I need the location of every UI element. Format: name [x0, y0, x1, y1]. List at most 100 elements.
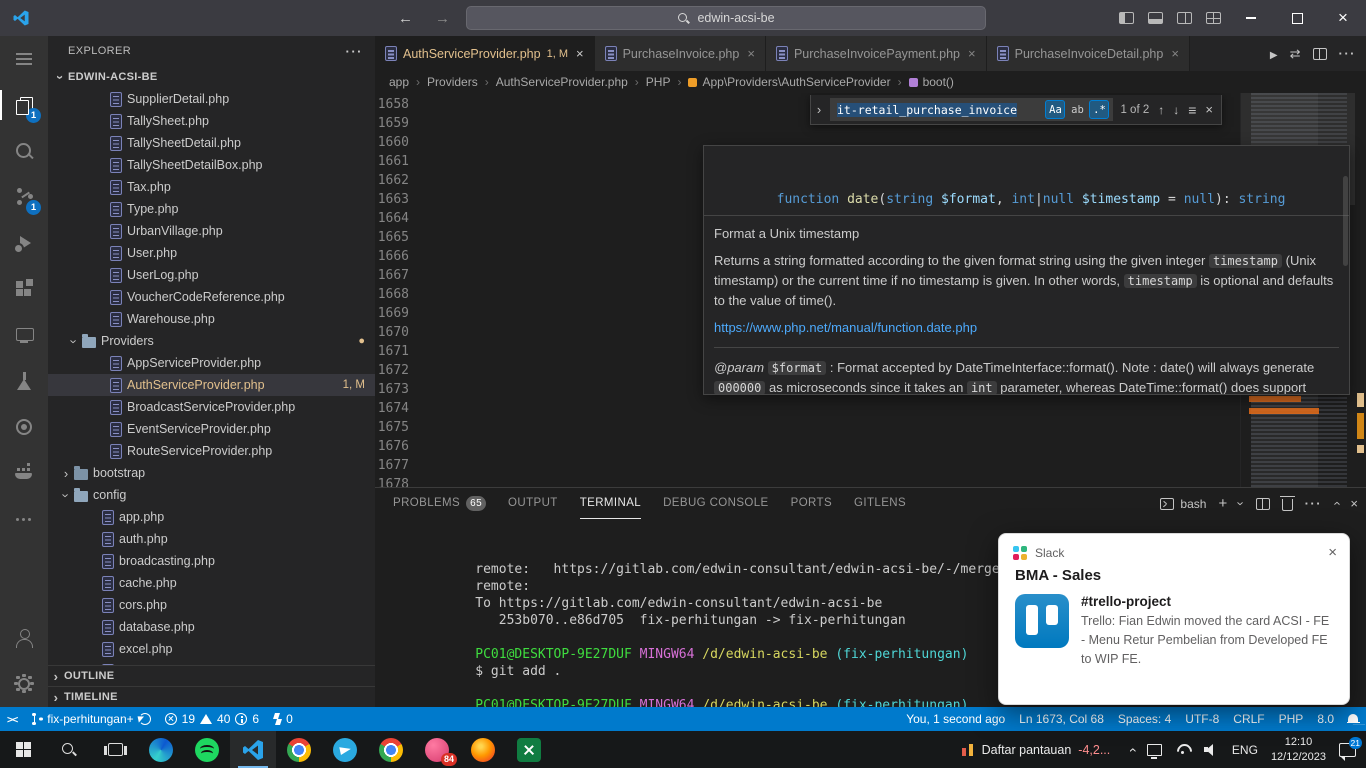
close-find-icon[interactable]	[1203, 102, 1215, 117]
explorer-icon[interactable]: 1	[0, 82, 48, 128]
notifications-bell-icon[interactable]	[1341, 707, 1366, 731]
rest-client-icon[interactable]	[0, 404, 48, 450]
hover-scrollbar[interactable]	[1343, 176, 1348, 266]
tree-item[interactable]: EventServiceProvider.php	[48, 418, 375, 440]
toggle-secondary-sidebar-icon[interactable]	[1177, 12, 1192, 24]
taskbar-search-icon[interactable]	[46, 731, 92, 768]
status-item[interactable]: You, 1 second ago	[899, 707, 1012, 731]
project-root-folder[interactable]: EDWIN-ACSI-BE	[48, 66, 375, 88]
editor-more-actions-icon[interactable]	[1339, 46, 1357, 61]
slack-notification-toast[interactable]: Slack BMA - Sales #trello-project Trello…	[998, 533, 1350, 705]
tree-item[interactable]: auth.php	[48, 528, 375, 550]
tree-item[interactable]: TallySheetDetail.php	[48, 132, 375, 154]
volume-icon[interactable]	[1204, 743, 1219, 756]
kill-terminal-icon[interactable]	[1282, 499, 1293, 511]
status-item[interactable]: Spaces: 4	[1111, 707, 1178, 731]
tree-item[interactable]: bootstrap	[48, 462, 375, 484]
action-center-icon[interactable]: 21	[1339, 743, 1356, 757]
minimize-button[interactable]	[1228, 0, 1274, 36]
tray-hidden-icons-chevron[interactable]	[1129, 742, 1134, 758]
panel-tab[interactable]: DEBUG CONSOLE	[663, 488, 769, 519]
panel-tab[interactable]: PROBLEMS 65	[393, 488, 486, 519]
taskbar-firefox-icon[interactable]	[460, 731, 506, 768]
problems-indicator[interactable]: 19 40 6	[158, 707, 266, 731]
branch-indicator[interactable]: fix-perhitungan+	[24, 707, 157, 731]
compare-changes-icon[interactable]	[1290, 46, 1301, 62]
taskbar-telegram-icon[interactable]	[322, 731, 368, 768]
maximize-panel-icon[interactable]	[1334, 496, 1338, 511]
toggle-sidebar-icon[interactable]	[1119, 12, 1134, 24]
panel-tab[interactable]: TERMINAL	[580, 488, 641, 519]
tree-item[interactable]: database.php	[48, 616, 375, 638]
sidebar-section[interactable]: TIMELINE	[48, 686, 375, 707]
panel-tab[interactable]: PORTS	[791, 488, 832, 519]
wifi-icon[interactable]	[1175, 743, 1191, 756]
tree-item[interactable]: app.php	[48, 506, 375, 528]
extensions-icon[interactable]	[0, 266, 48, 312]
explorer-more-actions-icon[interactable]	[346, 44, 364, 59]
find-next-icon[interactable]	[1171, 103, 1181, 117]
clock[interactable]: 12:10 12/12/2023	[1271, 735, 1326, 764]
taskbar-edge-icon[interactable]	[138, 731, 184, 768]
taskbar-chrome-2-icon[interactable]	[368, 731, 414, 768]
tree-item[interactable]: broadcasting.php	[48, 550, 375, 572]
remote-indicator[interactable]	[0, 707, 24, 731]
tree-item[interactable]: User.php	[48, 242, 375, 264]
close-tab-icon[interactable]	[576, 46, 584, 61]
find-input[interactable]: it-retail_purchase_invoice Aaab.*	[830, 98, 1113, 121]
tree-item[interactable]: Providers	[48, 330, 375, 352]
new-terminal-icon[interactable]	[1218, 495, 1227, 512]
panel-more-actions-icon[interactable]	[1305, 496, 1323, 511]
taskbar-chrome-icon[interactable]	[276, 731, 322, 768]
split-editor-icon[interactable]	[1313, 48, 1327, 60]
breadcrumb-item[interactable]: app	[389, 75, 409, 89]
find-toggle[interactable]: .*	[1089, 100, 1109, 119]
tree-item[interactable]: VoucherCodeReference.php	[48, 286, 375, 308]
terminal-dropdown-icon[interactable]	[1239, 496, 1243, 511]
status-item[interactable]: Ln 1673, Col 68	[1012, 707, 1111, 731]
tree-item[interactable]: SupplierDetail.php	[48, 88, 375, 110]
close-notification-icon[interactable]	[1328, 544, 1337, 561]
source-control-icon[interactable]: 1	[0, 174, 48, 220]
tree-item[interactable]: config	[48, 484, 375, 506]
terminal-shell-label[interactable]: bash	[1180, 497, 1206, 511]
nav-forward-icon[interactable]	[429, 8, 456, 29]
find-toggle[interactable]: ab	[1067, 100, 1087, 119]
tree-item[interactable]: AppServiceProvider.php	[48, 352, 375, 374]
accounts-icon[interactable]	[0, 615, 48, 661]
more-views-icon[interactable]	[0, 496, 48, 542]
breadcrumb-item[interactable]: App\Providers\AuthServiceProvider	[670, 75, 890, 89]
ports-indicator[interactable]: 0	[266, 707, 300, 731]
settings-gear-icon[interactable]	[0, 661, 48, 707]
start-button[interactable]	[0, 731, 46, 768]
sidebar-section[interactable]: OUTLINE	[48, 665, 375, 686]
tree-item[interactable]: excel.php	[48, 638, 375, 660]
panel-tab[interactable]: GITLENS	[854, 488, 906, 519]
tree-item[interactable]: AuthServiceProvider.php 1, M	[48, 374, 375, 396]
editor-tab[interactable]: PurchaseInvoicePayment.php	[766, 36, 987, 71]
code-editor[interactable]: 1658 }); 1659 1660	[375, 93, 1366, 487]
network-icon[interactable]	[1147, 744, 1162, 756]
language-indicator[interactable]: ENG	[1232, 743, 1258, 757]
close-tab-icon[interactable]	[968, 46, 976, 61]
maximize-button[interactable]	[1274, 0, 1320, 36]
status-item[interactable]: CRLF	[1226, 707, 1271, 731]
taskbar-spotify-icon[interactable]	[184, 731, 230, 768]
menu-icon[interactable]	[0, 36, 48, 82]
tree-item[interactable]: UrbanVillage.php	[48, 220, 375, 242]
task-view-icon[interactable]	[92, 731, 138, 768]
testing-icon[interactable]	[0, 358, 48, 404]
editor-tab[interactable]: PurchaseInvoice.php	[595, 36, 766, 71]
taskbar-vscode-icon[interactable]	[230, 731, 276, 768]
tree-item[interactable]: BroadcastServiceProvider.php	[48, 396, 375, 418]
status-item[interactable]: PHP	[1272, 707, 1311, 731]
tree-item[interactable]: TallySheetDetailBox.php	[48, 154, 375, 176]
tree-item[interactable]: Type.php	[48, 198, 375, 220]
close-tab-icon[interactable]	[1171, 46, 1179, 61]
breadcrumb-item[interactable]: Providers	[409, 75, 478, 89]
tree-item[interactable]: cors.php	[48, 594, 375, 616]
tree-item[interactable]: RouteServiceProvider.php	[48, 440, 375, 462]
taskbar-mail-icon[interactable]: 84	[414, 731, 460, 768]
breadcrumb-item[interactable]: boot()	[891, 75, 954, 89]
stocks-widget[interactable]: Daftar pantauan -4,2...	[955, 743, 1117, 757]
